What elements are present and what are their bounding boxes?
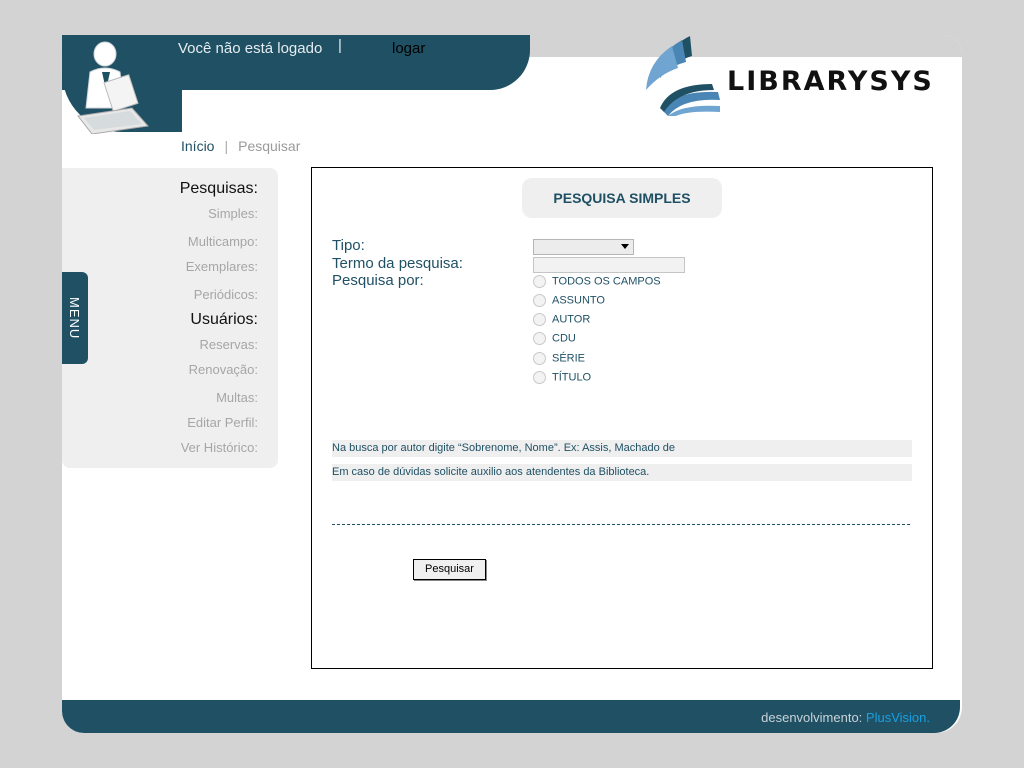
radio-label: CDU (552, 332, 576, 345)
search-button[interactable]: Pesquisar (413, 559, 486, 580)
sidebar-heading-searches: Pesquisas: (179, 180, 258, 197)
radio-todos-os-campos[interactable]: TODOS OS CAMPOS (533, 275, 661, 289)
radio-serie[interactable]: SÉRIE (533, 352, 585, 366)
footer: desenvolvimento: PlusVision. (62, 700, 960, 733)
menu-tab[interactable]: MENU (62, 272, 88, 364)
dropdown-arrow-icon (621, 244, 629, 249)
radio-button-icon (533, 294, 546, 307)
radio-label: SÉRIE (552, 352, 586, 365)
termo-label: Termo da pesquisa: (332, 255, 463, 272)
radio-button-icon (533, 313, 546, 326)
sidebar-item-periodicos[interactable]: Periódicos: (194, 287, 258, 302)
radio-assunto[interactable]: ASSUNTO (533, 294, 605, 308)
sidebar-item-reservas[interactable]: Reservas: (199, 337, 258, 352)
radio-titulo[interactable]: TÍTULO (533, 371, 591, 385)
radio-button-icon (533, 352, 546, 365)
tipo-label: Tipo: (332, 237, 365, 254)
login-link[interactable]: logar (392, 40, 425, 57)
radio-label: TÍTULO (552, 371, 592, 384)
sidebar-item-multicampo[interactable]: Multicampo: (188, 234, 258, 249)
menu-tab-label: MENU (67, 297, 82, 340)
sidebar-menu: Pesquisas: Simples: Multicampo: Exemplar… (62, 168, 278, 468)
login-status-text: Você não está logado (178, 40, 323, 57)
user-reading-icon (77, 41, 149, 134)
footer-brand-link[interactable]: PlusVision. (866, 710, 930, 725)
radio-button-icon (533, 332, 546, 345)
hint-author-format: Na busca por autor digite “Sobrenome, No… (332, 440, 912, 457)
footer-credit: desenvolvimento: PlusVision. (761, 710, 930, 725)
sidebar-item-renovacao[interactable]: Renovação: (189, 362, 258, 377)
sidebar-heading-users: Usuários: (190, 311, 258, 328)
sidebar-item-multas[interactable]: Multas: (216, 390, 258, 405)
app-logo-text: LIBRARYSYS (727, 66, 934, 97)
divider (332, 524, 910, 525)
tipo-select[interactable] (533, 239, 634, 255)
radio-label: AUTOR (552, 313, 591, 326)
search-panel: PESQUISA SIMPLES Tipo: Termo da pesquisa… (311, 167, 933, 669)
pesquisa-por-label: Pesquisa por: (332, 272, 424, 289)
radio-button-icon (533, 275, 546, 288)
radio-cdu[interactable]: CDU (533, 332, 576, 346)
breadcrumb: Início | Pesquisar (181, 138, 300, 154)
termo-input[interactable] (533, 257, 685, 273)
header-separator: | (338, 37, 342, 54)
breadcrumb-separator: | (224, 138, 229, 154)
radio-label: ASSUNTO (552, 294, 605, 307)
sidebar-item-simples[interactable]: Simples: (208, 206, 258, 221)
panel-title: PESQUISA SIMPLES (522, 178, 722, 218)
radio-autor[interactable]: AUTOR (533, 313, 590, 327)
sidebar-item-ver-historico[interactable]: Ver Histórico: (181, 440, 258, 455)
hint-help: Em caso de dúvidas solicite auxilio aos … (332, 464, 912, 481)
books-logo-icon (646, 36, 720, 116)
sidebar-item-editar-perfil[interactable]: Editar Perfil: (187, 415, 258, 430)
footer-credit-label: desenvolvimento: (761, 710, 863, 725)
breadcrumb-search-link[interactable]: Pesquisar (238, 138, 300, 154)
breadcrumb-home-link[interactable]: Início (181, 138, 214, 154)
radio-label: TODOS OS CAMPOS (552, 275, 661, 288)
radio-button-icon (533, 371, 546, 384)
sidebar-item-exemplares[interactable]: Exemplares: (186, 259, 258, 274)
